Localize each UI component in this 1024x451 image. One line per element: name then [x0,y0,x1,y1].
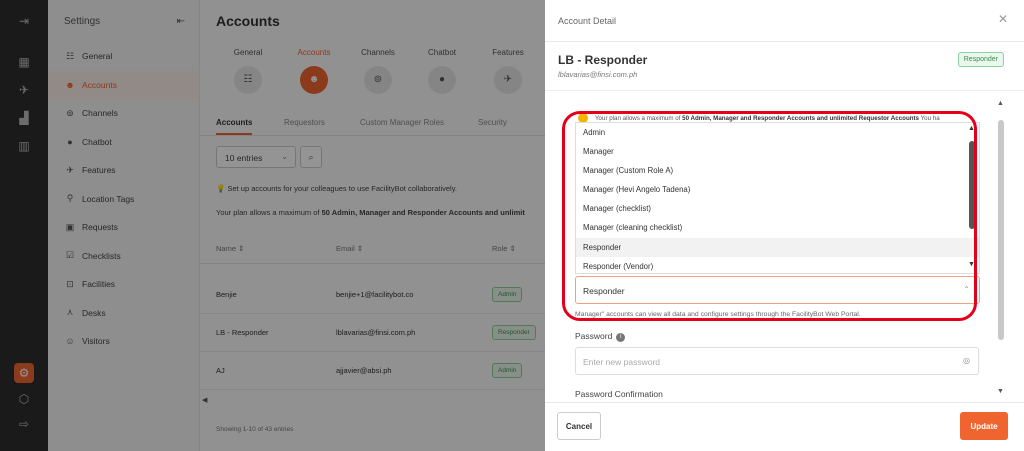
scroll-down-icon[interactable]: ▼ [997,388,1004,395]
eye-off-icon[interactable]: ◎ [963,356,970,365]
role-badge: Responder [957,52,1004,67]
info-icon[interactable]: i [616,333,626,342]
drawer-footer: Cancel Update [545,402,1024,451]
account-name: LB - Responder [558,53,648,67]
password-label-text: Password [575,331,613,341]
cancel-button[interactable]: Cancel [557,412,601,440]
modal-overlay[interactable] [0,0,545,451]
drawer-title: Account Detail [558,16,617,26]
account-email: lblavarias@finsi.com.ph [558,70,638,79]
password-placeholder: Enter new password [583,357,661,367]
scrollbar-thumb[interactable] [998,120,1004,340]
update-button[interactable]: Update [960,412,1008,440]
password-confirm-label: Password Confirmation [575,389,663,399]
password-label: Password i [575,331,626,342]
password-input[interactable]: Enter new password ◎ [575,347,979,375]
drawer-header: Account Detail ✕ [545,0,1024,42]
highlight-annotation [562,111,977,321]
close-icon[interactable]: ✕ [998,12,1008,26]
drawer-scrollbar[interactable]: ▲ ▼ [997,100,1006,400]
scroll-up-icon[interactable]: ▲ [997,100,1004,107]
